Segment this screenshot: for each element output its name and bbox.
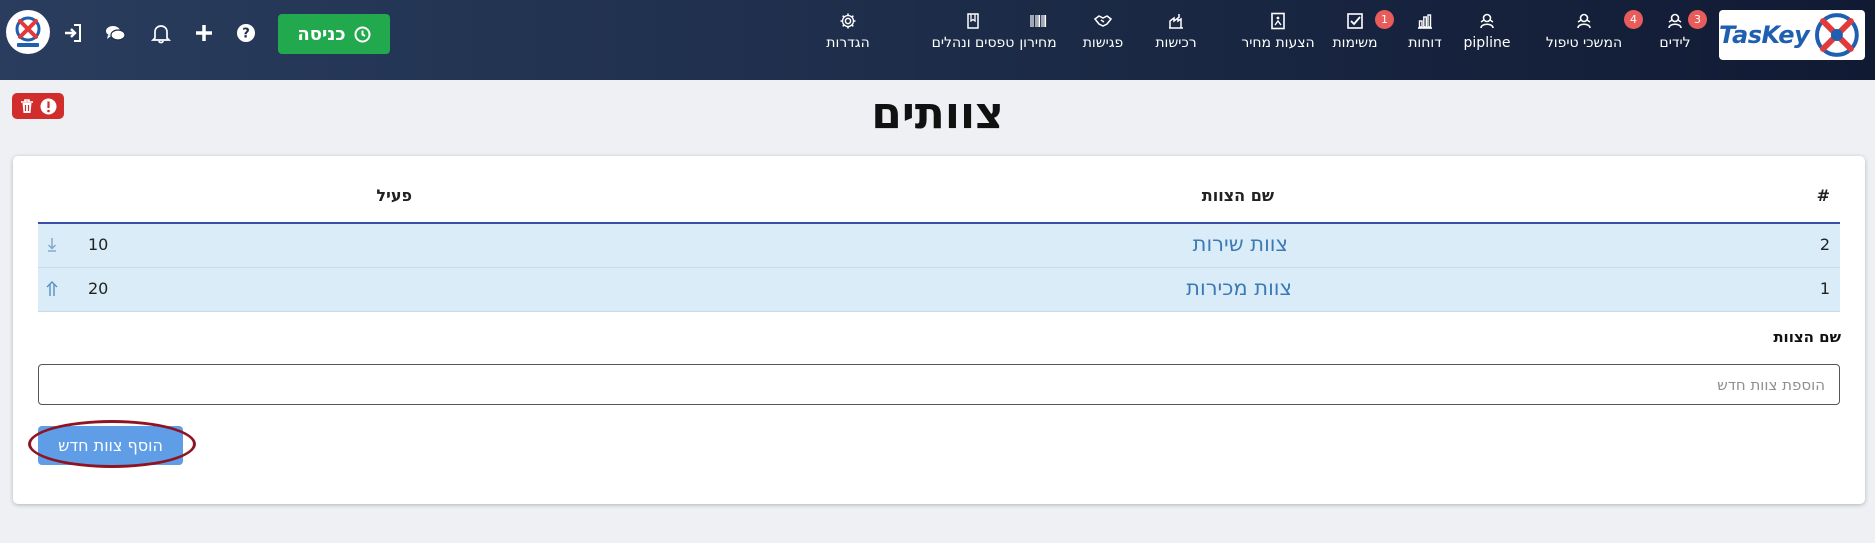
- brand-name: TasKey: [1719, 21, 1810, 49]
- column-header-team-name: שם הצוות: [1201, 186, 1274, 205]
- column-header-active: פעיל: [376, 186, 412, 205]
- user-avatar[interactable]: [6, 10, 50, 54]
- column-header-index: #: [1816, 186, 1830, 205]
- nav-item-purchases[interactable]: רכישות: [1152, 12, 1200, 72]
- gear-icon: [839, 12, 857, 30]
- enter-button[interactable]: כניסה: [278, 14, 390, 54]
- brand-logo[interactable]: TasKey: [1719, 10, 1865, 60]
- page-title: צוותים: [871, 88, 1004, 139]
- nav-item-label: הצעות מחיר: [1241, 35, 1315, 51]
- nav-item-label: pipline: [1463, 35, 1511, 51]
- login-icon[interactable]: [62, 22, 84, 44]
- handshake-icon: [1093, 12, 1113, 30]
- chat-icon[interactable]: [104, 22, 126, 44]
- nav-item-tasks[interactable]: 1 משימות: [1325, 10, 1394, 72]
- nav-item-label: הגדרות: [826, 35, 870, 51]
- top-navbar: TasKey 3 לידים 4 המשכי טיפול pipline דוח…: [0, 0, 1875, 80]
- nav-item-meetings[interactable]: פגישות: [1082, 12, 1124, 72]
- clock-icon: [354, 26, 371, 42]
- team-name-link[interactable]: צוות מכירות: [1186, 276, 1292, 300]
- row-active-value: 20: [88, 279, 109, 298]
- teams-card: # שם הצוות פעיל 2 צוות שירות 10 1 צוות מ…: [13, 156, 1865, 504]
- leads-icon: [1666, 12, 1684, 30]
- nav-item-settings[interactable]: הגדרות: [826, 12, 870, 72]
- move-up-icon[interactable]: [44, 280, 60, 298]
- barcode-icon: [1029, 12, 1047, 30]
- nav-item-label: לידים: [1659, 35, 1691, 51]
- nav-item-pipeline[interactable]: pipline: [1452, 12, 1522, 72]
- tasks-count-badge: 1: [1375, 10, 1394, 29]
- nav-item-reports[interactable]: דוחות: [1400, 12, 1450, 72]
- new-team-input[interactable]: [38, 364, 1840, 405]
- followups-icon: [1575, 12, 1593, 30]
- teams-table: # שם הצוות פעיל 2 צוות שירות 10 1 צוות מ…: [38, 174, 1840, 312]
- purchases-icon: [1167, 12, 1185, 30]
- taskey-logo-icon: [1815, 13, 1859, 57]
- nav-item-quotes[interactable]: הצעות מחיר: [1228, 12, 1328, 72]
- tasks-icon: [1346, 12, 1364, 30]
- forms-icon: [964, 12, 982, 30]
- nav-item-label: רכישות: [1155, 35, 1197, 51]
- nav-item-forms[interactable]: טפסים ונהלים: [930, 12, 1016, 72]
- plus-icon[interactable]: [193, 22, 215, 44]
- table-row: 2 צוות שירות 10: [38, 224, 1840, 268]
- nav-item-label: דוחות: [1408, 35, 1442, 51]
- pipeline-icon: [1478, 12, 1496, 30]
- reports-icon: [1416, 12, 1434, 30]
- move-down-icon[interactable]: [44, 236, 60, 254]
- table-header-row: # שם הצוות פעיל: [38, 174, 1840, 224]
- nav-item-pricelist[interactable]: מחירון: [1014, 12, 1062, 72]
- enter-button-label: כניסה: [297, 23, 346, 45]
- team-name-link[interactable]: צוות שירות: [1193, 232, 1288, 256]
- quotes-icon: [1269, 12, 1287, 30]
- row-index: 2: [1819, 235, 1830, 254]
- svg-text:?: ?: [242, 27, 250, 42]
- add-team-button[interactable]: הוסף צוות חדש: [38, 426, 183, 465]
- nav-item-leads[interactable]: 3 לידים: [1648, 10, 1707, 72]
- team-name-label: שם הצוות: [1773, 328, 1841, 346]
- leads-count-badge: 3: [1688, 10, 1707, 29]
- help-icon[interactable]: ?: [235, 22, 257, 44]
- nav-item-label: משימות: [1332, 35, 1378, 51]
- nav-item-label: פגישות: [1082, 35, 1124, 51]
- nav-item-followups[interactable]: 4 המשכי טיפול: [1532, 10, 1643, 72]
- taskey-avatar-logo-icon: [7, 11, 49, 53]
- nav-item-label: מחירון: [1019, 35, 1057, 51]
- nav-item-label: טפסים ונהלים: [931, 35, 1015, 51]
- row-active-value: 10: [88, 235, 109, 254]
- row-index: 1: [1819, 279, 1830, 298]
- followups-count-badge: 4: [1624, 10, 1643, 29]
- bell-icon[interactable]: [150, 22, 172, 44]
- table-row: 1 צוות מכירות 20: [38, 268, 1840, 312]
- nav-item-label: המשכי טיפול: [1545, 35, 1623, 51]
